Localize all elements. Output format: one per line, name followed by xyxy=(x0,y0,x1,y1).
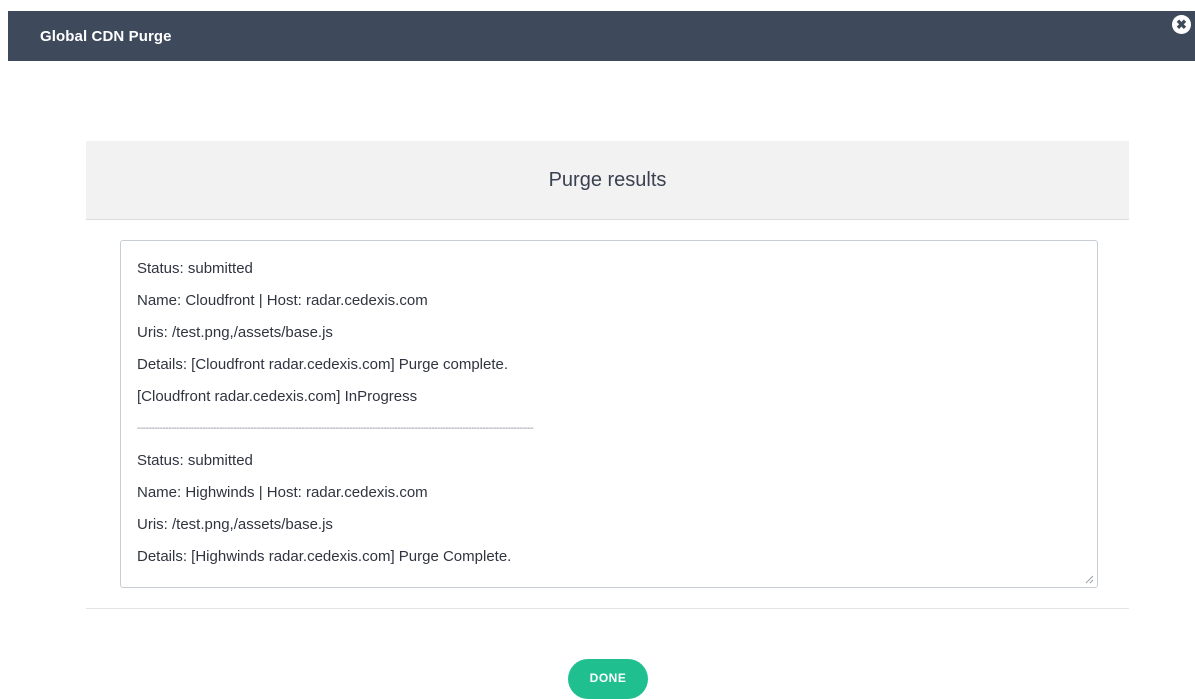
result-line: [Cloudfront radar.cedexis.com] InProgres… xyxy=(137,388,418,405)
window-title: Global CDN Purge xyxy=(40,27,172,45)
done-button[interactable]: DONE xyxy=(568,659,648,699)
result-line: Name: Cloudfront | Host: radar.cedexis.c… xyxy=(137,292,428,309)
result-line: Name: Highwinds | Host: radar.cedexis.co… xyxy=(137,484,428,501)
results-heading: Purge results xyxy=(548,168,667,191)
result-separator: ----------------------------------------… xyxy=(137,423,534,434)
result-line: Details: [Cloudfront radar.cedexis.com] … xyxy=(137,356,509,373)
resize-grip-icon[interactable] xyxy=(1084,574,1094,584)
results-textarea[interactable]: Status: submitted Name: Cloudfront | Hos… xyxy=(120,240,1098,588)
result-line: Uris: /test.png,/assets/base.js xyxy=(137,324,333,341)
result-line: Details: [Highwinds radar.cedexis.com] P… xyxy=(137,548,512,565)
result-line: Status: submitted xyxy=(137,260,253,277)
results-header: Purge results xyxy=(86,141,1129,220)
result-line: Uris: /test.png,/assets/base.js xyxy=(137,516,333,533)
window-titlebar: Global CDN Purge xyxy=(8,11,1195,61)
divider xyxy=(86,608,1129,609)
result-line: Status: submitted xyxy=(137,452,253,469)
close-icon[interactable]: ✖ xyxy=(1172,15,1191,34)
